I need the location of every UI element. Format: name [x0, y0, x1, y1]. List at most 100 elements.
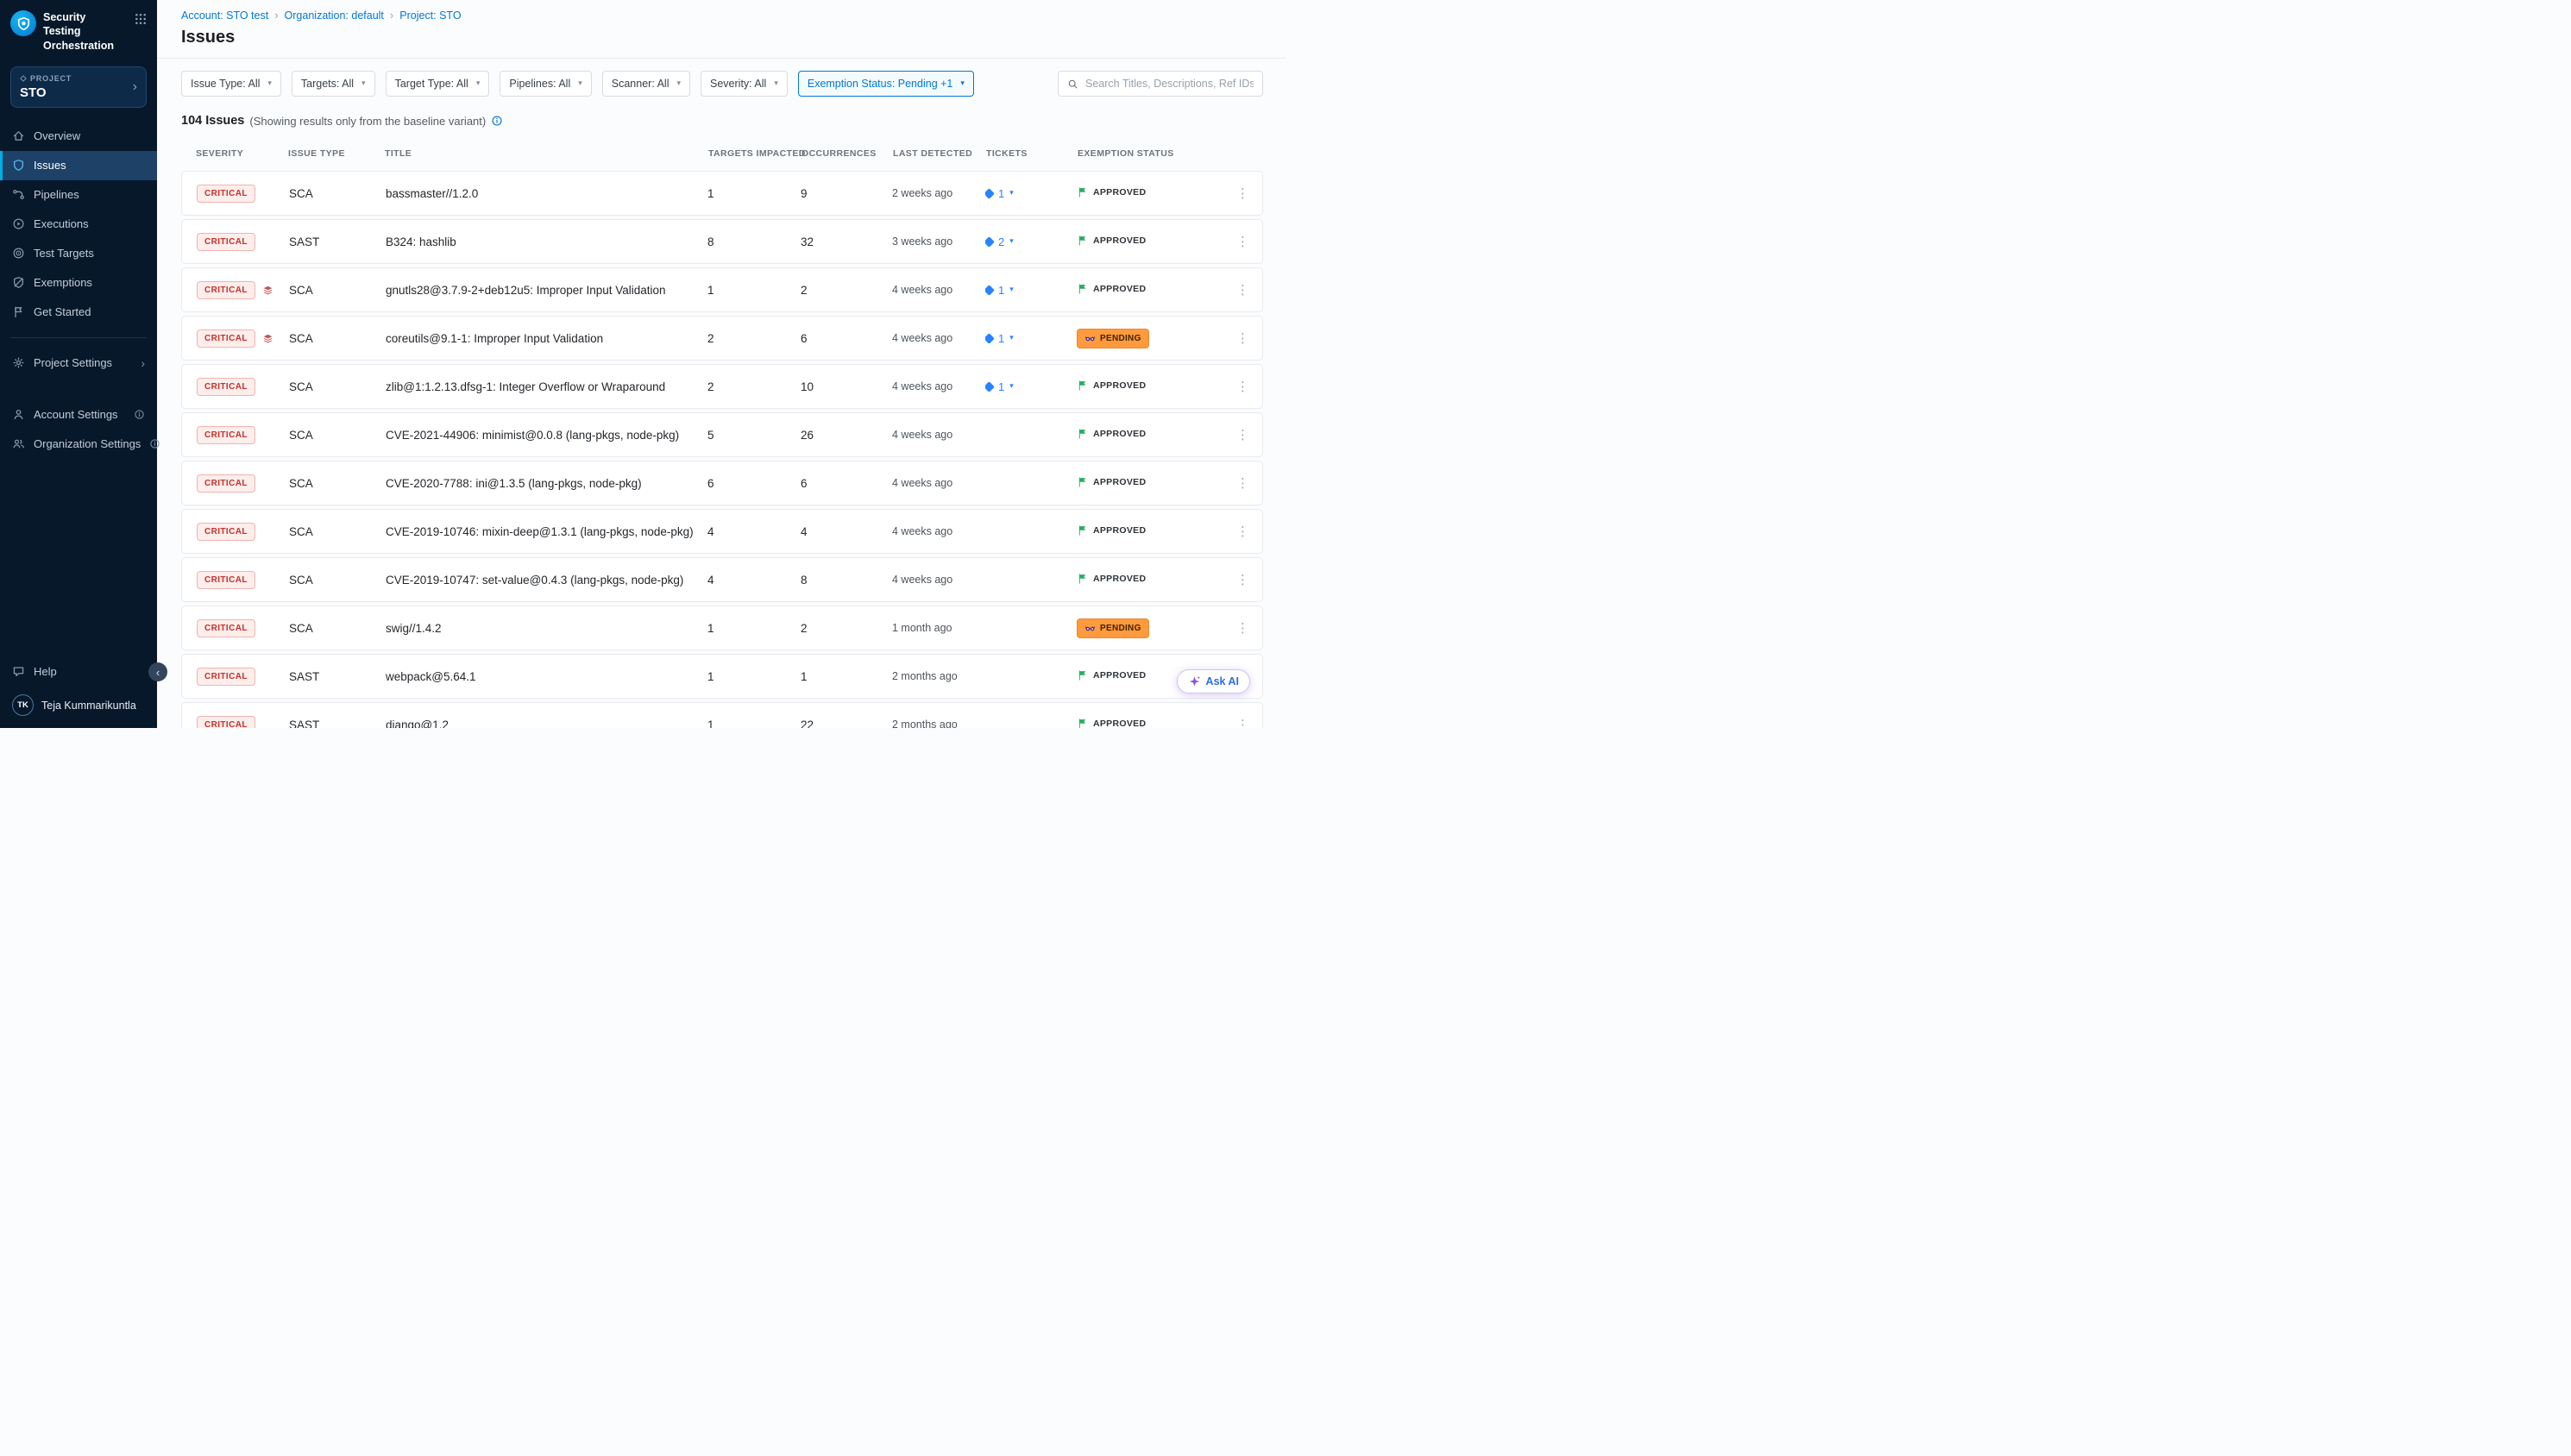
- ask-ai-button[interactable]: Ask AI: [1177, 669, 1250, 693]
- row-menu-button[interactable]: ⋮: [1231, 330, 1254, 346]
- status-label: PENDING: [1100, 624, 1141, 633]
- sidebar-item-label: Get Started: [34, 305, 91, 318]
- issue-type-cell: SCA: [289, 187, 386, 200]
- filter-targets[interactable]: Targets: All▾: [292, 71, 375, 97]
- row-menu-button[interactable]: ⋮: [1231, 427, 1254, 442]
- sidebar-item-project-settings[interactable]: Project Settings›: [0, 348, 157, 378]
- table-row[interactable]: CRITICAL SCACVE-2020-7788: ini@1.3.5 (lan…: [181, 461, 1263, 505]
- sidebar-item-label: Project Settings: [34, 356, 112, 369]
- occurrences-cell: 10: [801, 380, 892, 393]
- row-menu-button[interactable]: ⋮: [1231, 379, 1254, 394]
- column-header-occurrences: OCCURRENCES: [801, 148, 893, 159]
- row-menu-cell: ⋮: [1231, 475, 1262, 491]
- breadcrumb-link[interactable]: Project: STO: [399, 9, 461, 22]
- issue-title: CVE-2020-7788: ini@1.3.5 (lang-pkgs, nod…: [386, 477, 707, 490]
- sidebar-item-help[interactable]: Help: [0, 656, 157, 686]
- search-input[interactable]: [1085, 78, 1254, 90]
- breadcrumb-link[interactable]: Organization: default: [285, 9, 384, 22]
- user-profile[interactable]: TK Teja Kummarikuntla: [0, 686, 157, 719]
- row-menu-cell: ⋮: [1231, 524, 1262, 539]
- column-header-last-detected: LAST DETECTED: [893, 148, 986, 159]
- row-menu-button[interactable]: ⋮: [1231, 620, 1254, 636]
- issue-type-cell: SCA: [289, 477, 386, 490]
- table-row[interactable]: CRITICALSCAzlib@1:1.2.13.dfsg-1: Integer…: [181, 364, 1263, 409]
- tickets-cell: 1▾: [985, 332, 1077, 345]
- sidebar-item-account-settings[interactable]: Account Settings: [0, 400, 157, 430]
- info-icon[interactable]: [491, 115, 503, 127]
- status-label: APPROVED: [1093, 429, 1146, 439]
- table-row[interactable]: CRITICALSCAgnutls28@3.7.9-2+deb12u5: Imp…: [181, 267, 1263, 312]
- sidebar-item-executions[interactable]: Executions: [0, 210, 157, 239]
- issue-type-cell: SCA: [289, 284, 386, 297]
- table-row[interactable]: CRITICALSCAbassmaster//1.2.0192 weeks ag…: [181, 171, 1263, 216]
- severity-badge: CRITICAL: [197, 474, 255, 493]
- filter-dropdowns: Issue Type: All▾ Targets: All▾ Target Type…: [181, 71, 974, 97]
- row-menu-button[interactable]: ⋮: [1231, 524, 1254, 539]
- filter-scanner[interactable]: Scanner: All▾: [602, 71, 690, 97]
- exemption-status-approved: APPROVED: [1077, 380, 1146, 391]
- table-row[interactable]: CRITICALSCAcoreutils@9.1-1: Improper Inp…: [181, 316, 1263, 361]
- column-header-severity: SEVERITY: [196, 148, 288, 159]
- breadcrumb-separator: ›: [390, 9, 393, 22]
- home-icon: [12, 129, 25, 142]
- row-menu-button[interactable]: ⋮: [1231, 572, 1254, 587]
- ticket-dropdown[interactable]: 1▾: [985, 187, 1014, 200]
- filter-target-type[interactable]: Target Type: All▾: [386, 71, 490, 97]
- severity-cell: CRITICAL: [197, 523, 289, 541]
- breadcrumb-link[interactable]: Account: STO test: [181, 9, 268, 22]
- last-detected-cell: 4 weeks ago: [892, 332, 985, 344]
- targets-impacted-cell: 1: [707, 622, 801, 635]
- table-row[interactable]: CRITICALSASTdjango@1.21222 months agoAPP…: [181, 702, 1263, 728]
- filter-severity[interactable]: Severity: All▾: [701, 71, 788, 97]
- sidebar-item-get-started[interactable]: Get Started: [0, 298, 157, 327]
- filter-exemption-status[interactable]: Exemption Status: Pending +1▾: [798, 71, 974, 97]
- sidebar-item-overview[interactable]: Overview: [0, 122, 157, 151]
- project-selector[interactable]: PROJECT STO ›: [10, 66, 147, 108]
- ticket-dropdown[interactable]: 1▾: [985, 284, 1014, 297]
- row-menu-button[interactable]: ⋮: [1231, 282, 1254, 298]
- table-row[interactable]: CRITICALSCACVE-2021-44906: minimist@0.0.…: [181, 412, 1263, 457]
- ticket-dropdown[interactable]: 2▾: [985, 235, 1014, 248]
- breadcrumb-separator: ›: [274, 9, 278, 22]
- app-window: Security Testing Orchestration PROJECT S…: [0, 0, 1286, 728]
- sidebar-collapse-handle[interactable]: ‹: [148, 662, 167, 681]
- occurrences-cell: 6: [801, 332, 892, 345]
- ticket-dropdown[interactable]: 1▾: [985, 380, 1014, 393]
- last-detected-cell: 1 month ago: [892, 622, 985, 634]
- table-row[interactable]: CRITICALSASTB324: hashlib8323 weeks ago2…: [181, 219, 1263, 264]
- table-row[interactable]: CRITICALSASTwebpack@5.64.1112 months ago…: [181, 654, 1263, 699]
- filters-bar: Issue Type: All▾ Targets: All▾ Target Type…: [157, 59, 1286, 97]
- severity-cell: CRITICAL: [197, 378, 289, 396]
- exemption-status-approved: APPROVED: [1077, 283, 1146, 294]
- sidebar-item-exemptions[interactable]: Exemptions: [0, 268, 157, 298]
- column-header-tickets: TICKETS: [986, 148, 1078, 159]
- help-chat-icon: [12, 665, 25, 678]
- main-content: Account: STO test › Organization: default ›…: [157, 0, 1286, 728]
- filter-issue-type[interactable]: Issue Type: All▾: [181, 71, 281, 97]
- row-menu-button[interactable]: ⋮: [1231, 185, 1254, 201]
- chevron-down-icon: ▾: [1009, 382, 1014, 391]
- chevron-down-icon: ▾: [676, 79, 681, 88]
- table-row[interactable]: CRITICALSCAswig//1.4.2121 month agoPENDI…: [181, 606, 1263, 650]
- row-menu-button[interactable]: ⋮: [1231, 475, 1254, 491]
- sidebar-item-issues[interactable]: Issues: [0, 151, 157, 180]
- sidebar-item-pipelines[interactable]: Pipelines: [0, 180, 157, 210]
- module-grid-icon[interactable]: [135, 13, 147, 29]
- exemption-status-pending: PENDING: [1077, 329, 1149, 348]
- filter-pipelines[interactable]: Pipelines: All▾: [500, 71, 591, 97]
- sidebar-item-organization-settings[interactable]: Organization Settings: [0, 430, 157, 459]
- table-row[interactable]: CRITICALSCACVE-2019-10746: mixin-deep@1.…: [181, 509, 1263, 554]
- last-detected-cell: 2 months ago: [892, 719, 985, 728]
- row-menu-button[interactable]: ⋮: [1231, 234, 1254, 249]
- jira-ticket-icon: [985, 333, 995, 344]
- status-label: APPROVED: [1093, 670, 1146, 681]
- exemption-status-approved: APPROVED: [1077, 573, 1146, 584]
- severity-badge: CRITICAL: [197, 329, 255, 348]
- table-row[interactable]: CRITICALSCACVE-2019-10747: set-value@0.4…: [181, 557, 1263, 602]
- targets-impacted-cell: 5: [707, 429, 801, 442]
- exemption-status-cell: APPROVED: [1077, 186, 1231, 200]
- ticket-dropdown[interactable]: 1▾: [985, 332, 1014, 345]
- sidebar-item-test-targets[interactable]: Test Targets: [0, 239, 157, 268]
- status-label: APPROVED: [1093, 380, 1146, 391]
- row-menu-button[interactable]: ⋮: [1231, 717, 1254, 728]
